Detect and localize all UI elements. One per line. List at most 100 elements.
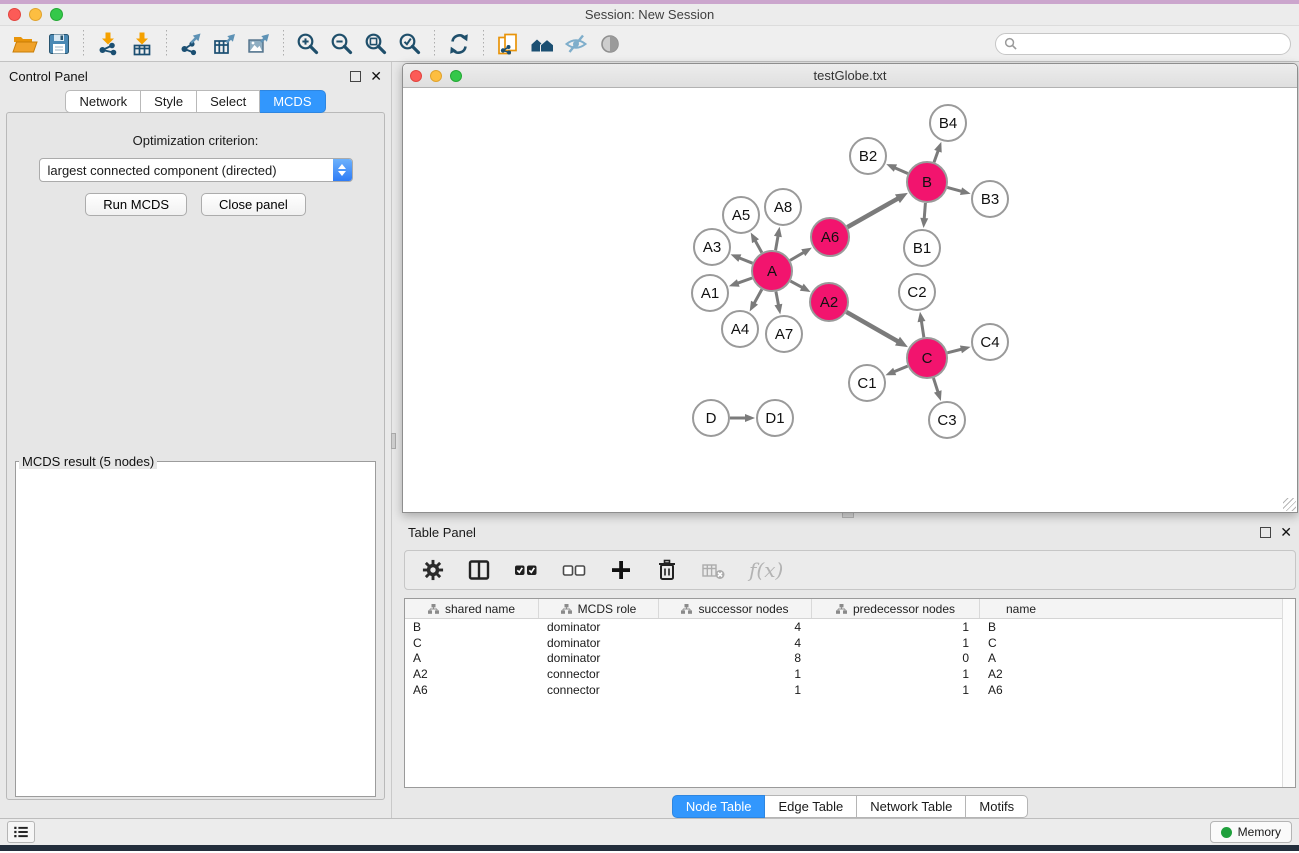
graph-node-C4[interactable]: C4 — [972, 324, 1008, 360]
function-builder-button[interactable]: f(x) — [749, 558, 783, 582]
network-window-titlebar[interactable]: testGlobe.txt — [403, 64, 1297, 88]
table-scrollbar[interactable] — [1282, 599, 1295, 787]
table-row[interactable]: Adominator80A — [405, 651, 1295, 667]
cell-name[interactable]: A — [980, 651, 1062, 665]
column-header-predecessor-nodes[interactable]: predecessor nodes — [812, 599, 980, 618]
graph-edge-A-A5[interactable] — [755, 240, 762, 253]
cell-mcds-role[interactable]: dominator — [539, 620, 659, 634]
cell-predecessor-nodes[interactable]: 1 — [812, 620, 980, 634]
graph-node-B1[interactable]: B1 — [904, 230, 940, 266]
refresh-view-button[interactable] — [442, 29, 476, 59]
zoom-in-button[interactable] — [291, 29, 325, 59]
cell-successor-nodes[interactable]: 8 — [659, 651, 812, 665]
graph-node-C[interactable]: C — [907, 338, 947, 378]
cell-successor-nodes[interactable]: 1 — [659, 667, 812, 681]
cell-name[interactable]: A6 — [980, 683, 1062, 697]
add-column-button[interactable] — [609, 558, 633, 582]
column-header-shared-name[interactable]: shared name — [405, 599, 539, 618]
cell-predecessor-nodes[interactable]: 1 — [812, 636, 980, 650]
graph-edge-A-A3[interactable] — [738, 258, 752, 264]
column-header-successor-nodes[interactable]: successor nodes — [659, 599, 812, 618]
graph-node-B4[interactable]: B4 — [930, 105, 966, 141]
cell-mcds-role[interactable]: dominator — [539, 636, 659, 650]
cell-successor-nodes[interactable]: 1 — [659, 683, 812, 697]
task-history-button[interactable] — [7, 821, 35, 843]
cell-shared-name[interactable]: B — [405, 620, 539, 634]
panel-splitter-handle[interactable] — [391, 433, 396, 449]
float-panel-icon[interactable] — [350, 71, 361, 82]
graph-edge-A-A8[interactable] — [776, 235, 779, 250]
table-settings-button[interactable] — [421, 558, 445, 582]
graph-node-B3[interactable]: B3 — [972, 181, 1008, 217]
memory-button[interactable]: Memory — [1210, 821, 1292, 843]
cell-successor-nodes[interactable]: 4 — [659, 620, 812, 634]
select-all-rows-button[interactable] — [513, 558, 539, 582]
zoom-out-button[interactable] — [325, 29, 359, 59]
column-visibility-button[interactable] — [467, 558, 491, 582]
cell-shared-name[interactable]: C — [405, 636, 539, 650]
graph-edge-A6-B[interactable] — [847, 198, 898, 227]
table-row[interactable]: A2connector11A2 — [405, 666, 1295, 682]
window-resize-grip[interactable] — [1283, 498, 1296, 511]
graph-edge-C-C3[interactable] — [933, 378, 938, 393]
graph-node-A[interactable]: A — [752, 251, 792, 291]
search-input[interactable] — [1022, 37, 1282, 51]
close-panel-icon[interactable]: ✕ — [370, 71, 382, 82]
graph-edge-A-A1[interactable] — [737, 278, 752, 283]
graph-edge-C-C1[interactable] — [893, 366, 907, 372]
close-panel-button[interactable]: Close panel — [201, 193, 306, 216]
graph-edge-A-A4[interactable] — [754, 289, 762, 304]
import-table-button[interactable] — [125, 29, 159, 59]
cell-name[interactable]: B — [980, 620, 1062, 634]
show-graphics-details-button[interactable] — [593, 29, 627, 59]
export-image-button[interactable] — [242, 29, 276, 59]
graph-edge-A2-C[interactable] — [846, 312, 898, 342]
open-session-button[interactable] — [8, 29, 42, 59]
run-mcds-button[interactable]: Run MCDS — [85, 193, 187, 216]
delete-column-button[interactable] — [655, 558, 679, 582]
column-header-mcds-role[interactable]: MCDS role — [539, 599, 659, 618]
cell-predecessor-nodes[interactable]: 1 — [812, 683, 980, 697]
tab-network[interactable]: Network — [65, 90, 141, 113]
cell-mcds-role[interactable]: dominator — [539, 651, 659, 665]
graph-node-B[interactable]: B — [907, 162, 947, 202]
graph-node-A6[interactable]: A6 — [811, 218, 849, 256]
graph-edge-C-C2[interactable] — [921, 320, 924, 337]
cell-shared-name[interactable]: A6 — [405, 683, 539, 697]
network-canvas[interactable]: AA1A3A5A8A4A7A6A2BB1B2B3B4CC1C2C3C4DD1 — [403, 88, 1297, 512]
cell-predecessor-nodes[interactable]: 1 — [812, 667, 980, 681]
graph-node-A4[interactable]: A4 — [722, 311, 758, 347]
float-table-panel-icon[interactable] — [1260, 527, 1271, 538]
graph-node-C1[interactable]: C1 — [849, 365, 885, 401]
graph-edge-A-A6[interactable] — [790, 252, 804, 260]
graph-edge-B-B4[interactable] — [934, 150, 938, 162]
tab-edge-table[interactable]: Edge Table — [765, 795, 857, 818]
graph-node-A3[interactable]: A3 — [694, 229, 730, 265]
cell-predecessor-nodes[interactable]: 0 — [812, 651, 980, 665]
delete-table-button[interactable] — [701, 558, 727, 582]
tab-motifs[interactable]: Motifs — [966, 795, 1028, 818]
tab-node-table[interactable]: Node Table — [672, 795, 766, 818]
tab-select[interactable]: Select — [197, 90, 260, 113]
graph-node-A1[interactable]: A1 — [692, 275, 728, 311]
tab-style[interactable]: Style — [141, 90, 197, 113]
graph-node-A2[interactable]: A2 — [810, 283, 848, 321]
cell-name[interactable]: A2 — [980, 667, 1062, 681]
graph-node-C2[interactable]: C2 — [899, 274, 935, 310]
graph-node-A7[interactable]: A7 — [766, 316, 802, 352]
hide-graphics-details-button[interactable] — [559, 29, 593, 59]
table-row[interactable]: A6connector11A6 — [405, 682, 1295, 698]
table-row[interactable]: Bdominator41B — [405, 619, 1295, 635]
graph-node-B2[interactable]: B2 — [850, 138, 886, 174]
cell-mcds-role[interactable]: connector — [539, 683, 659, 697]
cell-mcds-role[interactable]: connector — [539, 667, 659, 681]
cell-shared-name[interactable]: A — [405, 651, 539, 665]
graph-node-D[interactable]: D — [693, 400, 729, 436]
global-search-field[interactable] — [995, 33, 1291, 55]
graph-node-C3[interactable]: C3 — [929, 402, 965, 438]
graph-edge-B-B2[interactable] — [894, 167, 908, 173]
home-layout-button[interactable] — [525, 29, 559, 59]
graph-node-A5[interactable]: A5 — [723, 197, 759, 233]
import-network-button[interactable] — [91, 29, 125, 59]
cell-successor-nodes[interactable]: 4 — [659, 636, 812, 650]
